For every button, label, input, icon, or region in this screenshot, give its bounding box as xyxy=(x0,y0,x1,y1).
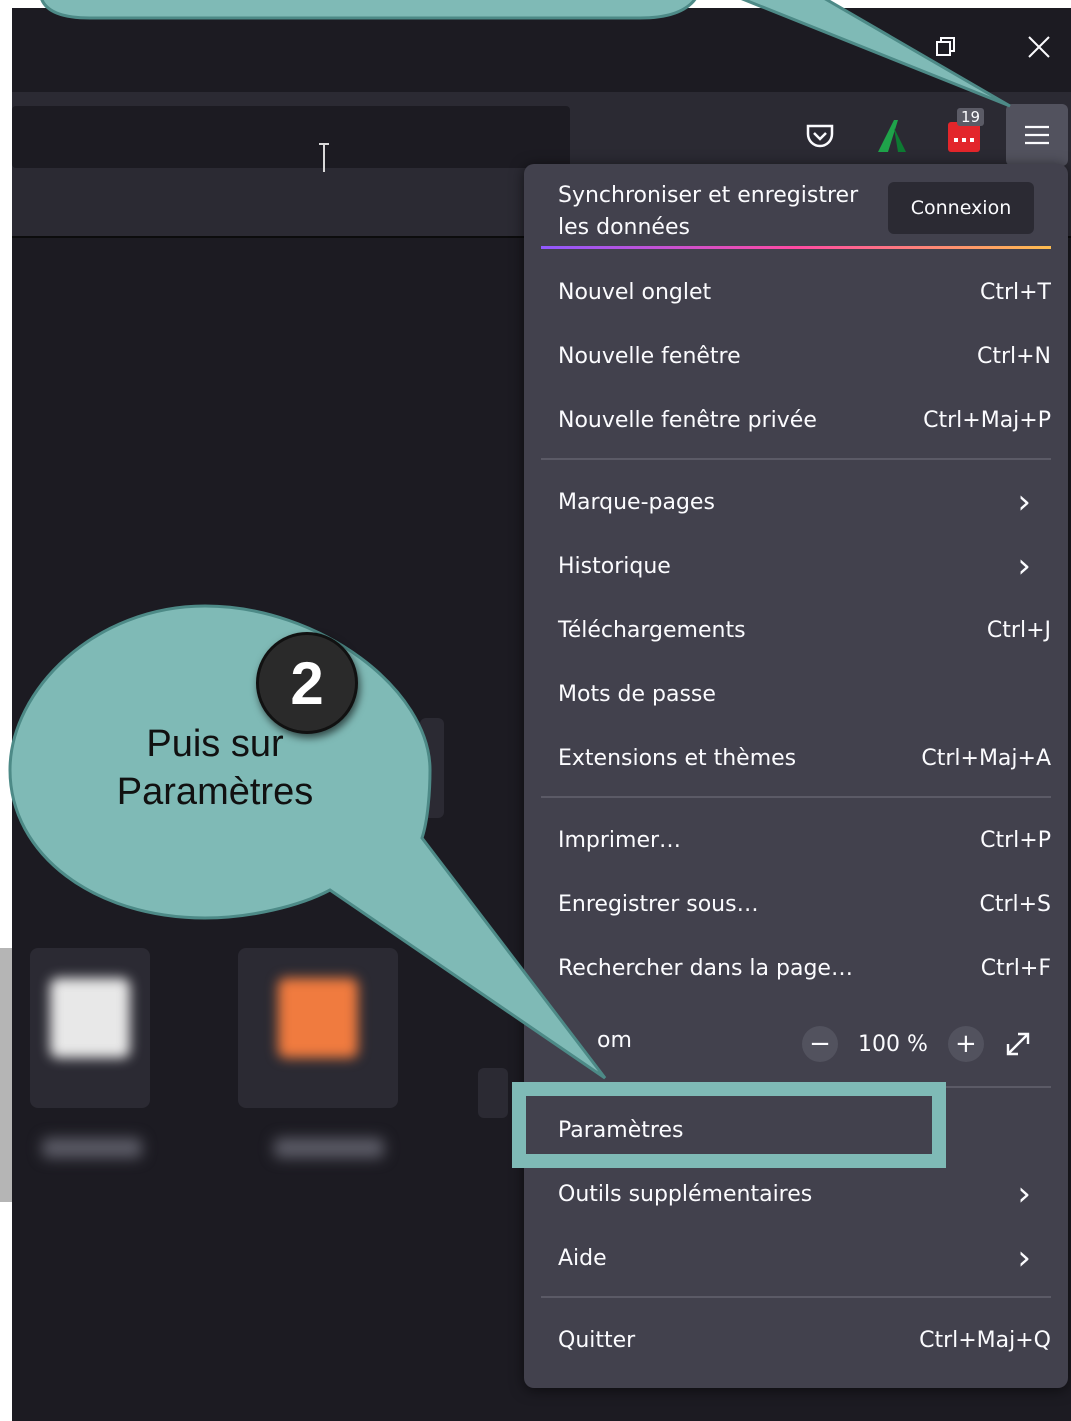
step-number-badge: 2 xyxy=(256,632,358,734)
highlight-box xyxy=(512,1082,946,1168)
callout-text: Puis sur Paramètres xyxy=(60,720,370,816)
callout-bubble xyxy=(8,604,607,1080)
callout-line-2: Paramètres xyxy=(116,771,314,813)
